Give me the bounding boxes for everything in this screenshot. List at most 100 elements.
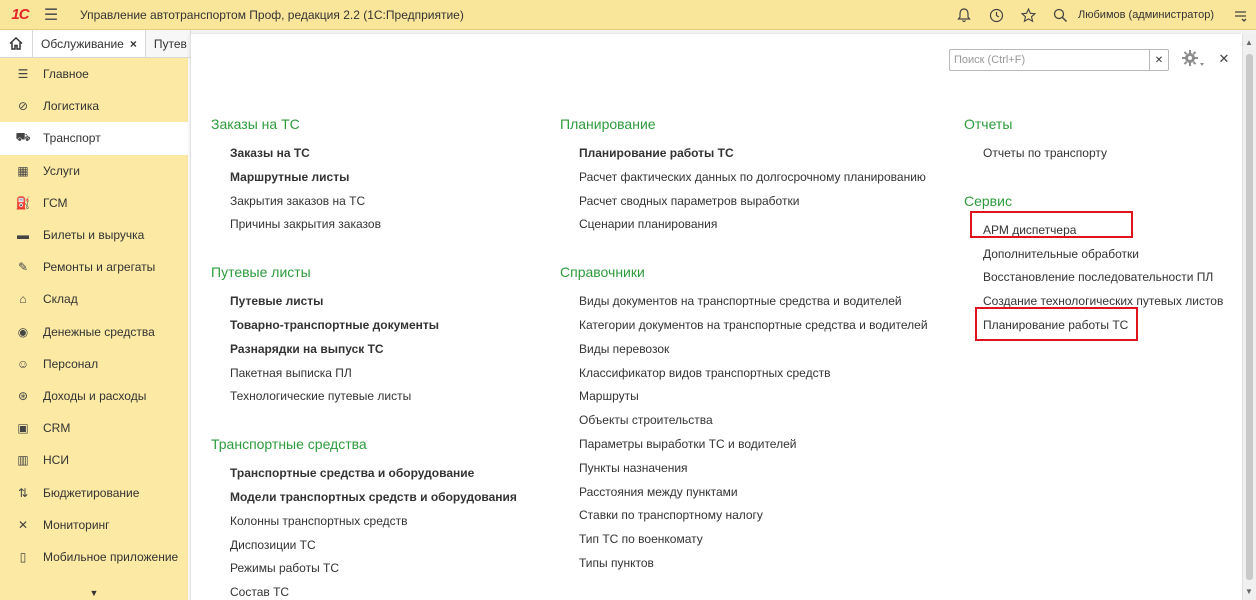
app-logo: 1С [11,6,29,23]
money-icon: ◉ [17,324,29,339]
sidebar-item[interactable]: ⊛ Доходы и расходы [0,380,188,412]
tab-putevye[interactable]: Путев [145,30,191,57]
scroll-down-icon[interactable]: ▼ [1245,587,1253,596]
search-clear-icon[interactable]: ✕ [1149,50,1168,70]
crm-icon: ▣ [17,421,29,436]
group-title: Планирование [560,116,656,132]
nav-link[interactable]: Закрытия заказов на ТС [211,190,551,214]
sidebar-item[interactable]: ▯ Мобильное приложение [0,541,188,573]
bus-icon: ⛟ [15,130,31,145]
warehouse-icon: ⌂ [19,292,27,307]
nav-link[interactable]: Колонны транспортных средств [211,510,551,534]
nav-link[interactable]: Состав ТС [211,581,551,600]
sidebar-item[interactable]: ▥ НСИ [0,444,188,476]
nav-link[interactable]: Ставки по транспортному налогу [560,504,950,528]
highlight-arm-dispatcher [970,211,1133,238]
group-title: Справочники [560,264,645,281]
sidebar-item-label: Бюджетирование [43,485,140,500]
sections-sidebar: ☰ Главное ⊘ Логистика ⛟ Транспорт ▦ Услуги ⛽ ГСМ ▬… [0,58,188,600]
group-title: Сервис [964,192,1012,209]
nav-link[interactable]: Планирование работы ТС [560,142,950,166]
sidebar-item[interactable]: ✎ Ремонты и агрегаты [0,251,188,283]
close-panel-icon[interactable]: ✕ [1215,50,1233,68]
compass-icon: ⊘ [17,99,29,114]
nav-link[interactable]: Восстановление последовательности ПЛ [964,266,1244,290]
sidebar-item[interactable]: ⌂ Склад [0,283,188,315]
nav-link[interactable]: Пункты назначения [560,457,950,481]
nav-link[interactable]: Категории документов на транспортные сре… [560,314,950,338]
sidebar-item-label: Логистика [43,99,100,114]
nav-link[interactable]: Пакетная выписка ПЛ [211,362,551,386]
home-icon[interactable] [0,30,33,57]
nav-link[interactable]: Расстояния между пунктами [560,481,950,505]
search-input[interactable] [950,50,1149,70]
sidebar-item[interactable]: ⊘ Логистика [0,90,188,122]
sidebar-item-label: Главное [43,67,89,82]
nav-link[interactable]: Маршрутные листы [211,166,551,190]
close-icon[interactable]: × [130,37,137,51]
star-icon[interactable] [1012,0,1044,30]
group-title: Отчеты [964,116,1013,132]
scroll-up-icon[interactable]: ▲ [1245,38,1253,47]
nav-link[interactable]: Разнарядки на выпуск ТС [211,338,551,362]
sidebar-item[interactable]: ⛟ Транспорт [0,122,188,155]
nav-link[interactable]: Параметры выработки ТС и водителей [560,433,950,457]
nav-link[interactable]: Объекты строительства [560,409,950,433]
nav-link[interactable]: Тип ТС по военкомату [560,528,950,552]
nav-link[interactable]: Дополнительные обработки [964,243,1244,267]
nav-link[interactable]: Заказы на ТС [211,142,551,166]
sidebar-item[interactable]: ☰ Главное [0,58,188,90]
books-icon: ▥ [17,453,29,468]
nav-link[interactable]: Сценарии планирования [560,213,950,237]
sidebar-item[interactable]: ⇅ Бюджетирование [0,476,188,508]
sidebar-item[interactable]: ◉ Денежные средства [0,316,188,348]
group-title: Заказы на ТС [211,116,300,132]
nav-link[interactable]: Расчет сводных параметров выработки [560,190,950,214]
nav-link[interactable]: Технологические путевые листы [211,385,551,409]
nav-link[interactable]: Товарно-транспортные документы [211,314,551,338]
sidebar-item[interactable]: ▦ Услуги [0,155,188,187]
search-field[interactable]: ✕ [949,49,1169,71]
sidebar-item-label: CRM [43,421,71,436]
menu-lines-icon: ☰ [17,67,29,82]
nav-link[interactable]: Классификатор видов транспортных средств [560,362,950,386]
nav-link[interactable]: Модели транспортных средств и оборудован… [211,486,551,510]
sidebar-item-label: Ремонты и агрегаты [43,260,156,275]
title-bar: 1С ☰ Управление автотранспортом Проф, ре… [0,0,1256,30]
section-panel: ✕ ✕ Заказы на ТСЗаказы на ТСМаршрутные л… [190,34,1242,600]
nav-link[interactable]: Путевые листы [211,290,551,314]
sidebar-item[interactable]: ☺ Персонал [0,348,188,380]
nav-link[interactable]: Маршруты [560,385,950,409]
sidebar-item[interactable]: ⛽ ГСМ [0,187,188,219]
bell-icon[interactable] [948,0,980,30]
nav-link[interactable]: Расчет фактических данных по долгосрочно… [560,166,950,190]
history-icon[interactable] [980,0,1012,30]
nav-link[interactable]: Причины закрытия заказов [211,213,551,237]
app-title: Управление автотранспортом Проф, редакци… [80,7,464,22]
settings-menu-icon[interactable] [1224,0,1256,30]
scrollbar-thumb[interactable] [1246,54,1253,580]
nav-link[interactable]: Отчеты по транспорту [964,142,1244,166]
nav-link[interactable]: Режимы работы ТС [211,557,551,581]
tab-obsluzhivanie[interactable]: Обслуживание × [33,30,146,57]
gear-icon[interactable] [1179,47,1207,71]
person-icon: ☺ [16,356,30,371]
nav-link[interactable]: Виды перевозок [560,338,950,362]
nav-link[interactable]: Диспозиции ТС [211,534,551,558]
sidebar-item-label: Транспорт [43,131,101,146]
sidebar-item-label: Мониторинг [43,517,110,532]
main-menu-icon[interactable]: ☰ [40,0,62,30]
user-name[interactable]: Любимов (администратор) [1078,9,1214,21]
search-icon[interactable] [1044,0,1076,30]
ticket-icon: ▬ [17,228,29,243]
satellite-icon: ✕ [17,517,29,532]
sidebar-item[interactable]: ▬ Билеты и выручка [0,219,188,251]
nav-link[interactable]: Транспортные средства и оборудование [211,462,551,486]
nav-link[interactable]: Типы пунктов [560,552,950,576]
sidebar-item[interactable]: ▣ CRM [0,412,188,444]
sidebar-scroll-down-icon[interactable]: ▼ [0,586,188,600]
nav-link[interactable]: Виды документов на транспортные средства… [560,290,950,314]
vertical-scrollbar[interactable]: ▲ ▼ [1242,34,1256,600]
sidebar-item[interactable]: ✕ Мониторинг [0,509,188,541]
